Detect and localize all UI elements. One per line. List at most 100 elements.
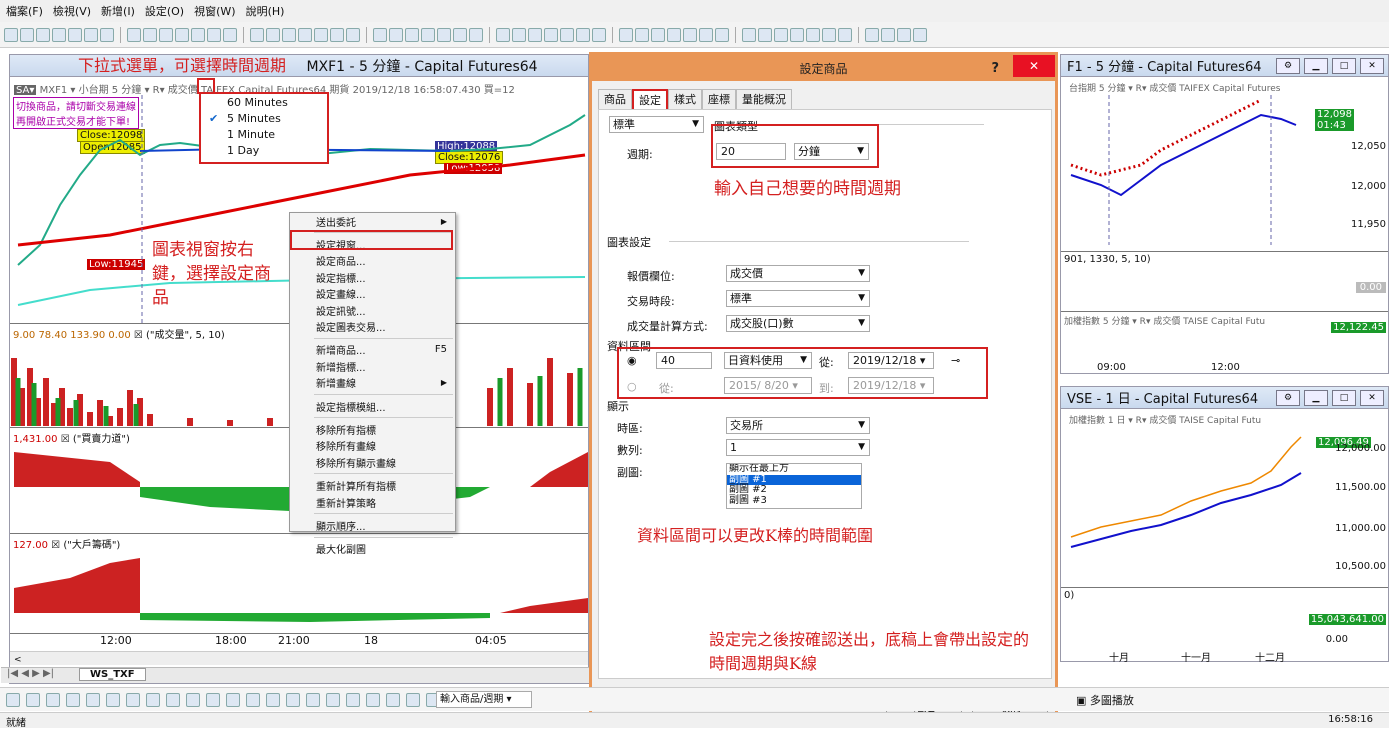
sheet-tab[interactable]: WS_TXF [79,668,146,681]
toolbar-button-icon[interactable] [913,27,927,42]
right-top-sub-panel[interactable]: 901, 1330, 5, 10) 0.00 [1061,251,1388,311]
toolbar-button-icon[interactable] [715,27,729,42]
drawing-tool-icon[interactable] [346,692,360,707]
toolbar-button-icon[interactable] [897,27,911,42]
ctx-remove-drawings[interactable]: 移除所有畫線 [290,438,455,454]
tab-style[interactable]: 樣式 [668,89,702,111]
toolbar-button-icon[interactable] [560,27,574,42]
toolbar-button-icon[interactable] [806,27,820,42]
minimize-icon[interactable]: ▁ [1304,57,1328,74]
drawing-tool-icon[interactable] [286,692,300,707]
toolbar-button-icon[interactable] [742,27,756,42]
ctx-recalc-indicators[interactable]: 重新計算所有指標 [290,477,455,493]
toolbar-button-icon[interactable] [84,27,98,42]
sheet-nav-icons[interactable]: |◀ ◀ ▶ ▶| [1,668,54,679]
toolbar-button-icon[interactable] [127,27,141,42]
scroll-left-icon[interactable]: < [10,655,22,665]
toolbar-button-icon[interactable] [592,27,606,42]
toolbar-button-icon[interactable] [774,27,788,42]
settings-icon[interactable]: ⚙ [1276,389,1300,406]
toolbar-button-icon[interactable] [512,27,526,42]
ctx-remove-indicators[interactable]: 移除所有指標 [290,421,455,437]
drawing-tool-icon[interactable] [66,692,80,707]
toolbar-button-icon[interactable] [250,27,264,42]
right-bottom-sub-panel[interactable]: 0) 15,043,641.00 0.00 [1061,587,1388,647]
drawing-tool-icon[interactable] [126,692,140,707]
ctx-maximize-subchart[interactable]: 最大化副圖 [290,541,455,557]
toolbar-button-icon[interactable] [790,27,804,42]
toolbar-button-icon[interactable] [282,27,296,42]
timezone-select[interactable]: 交易所 ▼ [726,417,870,434]
toolbar-button-icon[interactable] [330,27,344,42]
toolbar-button-icon[interactable] [191,27,205,42]
right-bottom-chart[interactable] [1061,427,1311,587]
toolbar-button-icon[interactable] [421,27,435,42]
right-mid-panel[interactable]: 加權指數 5 分鐘 ▾ R▾ 成交價 TAISE Capital Futu 12… [1061,311,1388,375]
toolbar-button-icon[interactable] [544,27,558,42]
vol-method-select[interactable]: 成交股(口)數 ▼ [726,315,870,332]
menu-window[interactable]: 視窗(W) [194,3,235,19]
ctx-send-order[interactable]: 送出委託 ▶ [290,213,455,229]
toolbar-button-icon[interactable] [159,27,173,42]
drawing-tool-icon[interactable] [166,692,180,707]
toolbar-button-icon[interactable] [100,27,114,42]
right-top-chart[interactable] [1061,95,1301,245]
toolbar-button-icon[interactable] [405,27,419,42]
drawing-tool-icon[interactable] [6,692,20,707]
drawing-tool-icon[interactable] [246,692,260,707]
close-icon[interactable]: ✕ [1360,57,1384,74]
toolbar-button-icon[interactable] [683,27,697,42]
toolbar-button-icon[interactable] [175,27,189,42]
tab-axis[interactable]: 座標 [702,89,736,111]
multi-chart-button[interactable]: ▣ 多圖播放 [1076,692,1134,708]
tab-settings[interactable]: 設定 [632,89,668,111]
maximize-icon[interactable]: □ [1332,389,1356,406]
menu-settings[interactable]: 設定(O) [145,3,184,19]
toolbar-button-icon[interactable] [389,27,403,42]
drawing-tool-icon[interactable] [386,692,400,707]
toolbar-button-icon[interactable] [298,27,312,42]
toolbar-button-icon[interactable] [469,27,483,42]
toolbar-button-icon[interactable] [437,27,451,42]
ctx-indicator-settings[interactable]: 設定指標... [290,269,455,285]
toolbar-button-icon[interactable] [651,27,665,42]
toolbar-button-icon[interactable] [865,27,879,42]
toolbar-button-icon[interactable] [528,27,542,42]
drawing-tool-icon[interactable] [226,692,240,707]
ctx-add-drawing[interactable]: 新增畫線 ▶ [290,375,455,391]
drawing-tool-icon[interactable] [26,692,40,707]
sa-badge[interactable]: SA▾ [14,85,37,95]
ctx-drawing-settings[interactable]: 設定畫線... [290,286,455,302]
minimize-icon[interactable]: ▁ [1304,389,1328,406]
toolbar-button-icon[interactable] [373,27,387,42]
menu-insert[interactable]: 新增(I) [101,3,135,19]
ctx-indicator-module[interactable]: 設定指標模組... [290,398,455,414]
symbol-input[interactable]: 輸入商品/週期 ▾ [436,691,532,708]
toolbar-button-icon[interactable] [68,27,82,42]
drawing-tool-icon[interactable] [266,692,280,707]
toolbar-button-icon[interactable] [453,27,467,42]
ctx-display-order[interactable]: 顯示順序... [290,517,455,533]
chart-type-select[interactable]: 標準 ▼ [609,116,704,133]
drawing-tool-icon[interactable] [406,692,420,707]
subchart-item[interactable]: 顯示在最上方 [727,464,861,475]
toolbar-button-icon[interactable] [635,27,649,42]
subchart-item[interactable]: 副圖 #2 [727,484,861,496]
toolbar-button-icon[interactable] [838,27,852,42]
toolbar-button-icon[interactable] [619,27,633,42]
price-field-select[interactable]: 成交價 ▼ [726,265,870,282]
ctx-signal-settings[interactable]: 設定訊號... [290,302,455,318]
tab-volume-profile[interactable]: 量能概況 [736,89,792,111]
toolbar-button-icon[interactable] [314,27,328,42]
menu-file[interactable]: 檔案(F) [6,3,43,19]
ctx-remove-shown-drawings[interactable]: 移除所有顯示畫線 [290,454,455,470]
toolbar-button-icon[interactable] [143,27,157,42]
drawing-tool-icon[interactable] [46,692,60,707]
toolbar-button-icon[interactable] [822,27,836,42]
toolbar-button-icon[interactable] [52,27,66,42]
toolbar-button-icon[interactable] [20,27,34,42]
drawing-tool-icon[interactable] [186,692,200,707]
ctx-recalc-strategy[interactable]: 重新計算策略 [290,494,455,510]
settings-icon[interactable]: ⚙ [1276,57,1300,74]
ctx-add-product[interactable]: 新增商品... F5 [290,342,455,358]
